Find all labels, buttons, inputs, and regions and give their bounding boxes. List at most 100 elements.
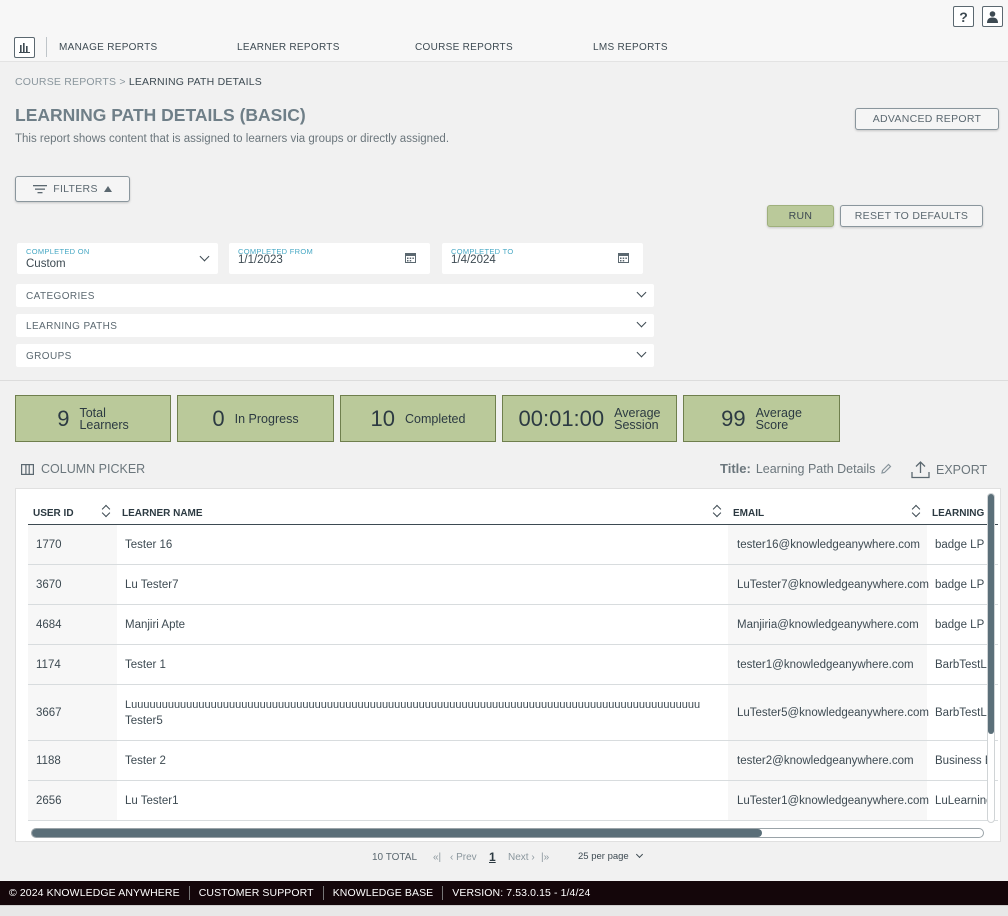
cell-learner-name: Tester 16 [125, 538, 173, 551]
stat-in-progress: 0 In Progress [177, 395, 334, 442]
groups-accordion[interactable]: GROUPS [16, 344, 654, 367]
stat-completed: 10 Completed [340, 395, 496, 442]
sort-icon[interactable] [101, 503, 111, 519]
nav-lms-reports[interactable]: LMS REPORTS [593, 42, 668, 53]
footer-knowledge-base-link[interactable]: KNOWLEDGE BASE [324, 887, 443, 899]
vertical-scroll-thumb[interactable] [988, 494, 994, 734]
stat-average-score: 99 Average Score [683, 395, 840, 442]
completed-from-value: 1/1/2023 [238, 254, 283, 266]
completed-on-value: Custom [26, 258, 66, 270]
table-row[interactable]: 3670 Lu Tester7 LuTester7@knowledgeanywh… [28, 565, 998, 605]
title-value: Learning Path Details [755, 461, 876, 476]
cell-user-id: 1188 [36, 754, 61, 767]
cell-user-id: 4684 [36, 618, 62, 631]
header-email[interactable]: EMAIL [733, 508, 764, 519]
run-button[interactable]: RUN [767, 205, 834, 227]
last-page-button[interactable]: |» [541, 852, 549, 863]
breadcrumb-parent[interactable]: COURSE REPORTS [15, 76, 116, 88]
table-row[interactable]: 1174 Tester 1 tester1@knowledgeanywhere.… [28, 645, 998, 685]
column-picker-button[interactable]: COLUMN PICKER [21, 462, 145, 476]
report-table: USER ID LEARNER NAME EMAIL LEARNING P 17… [15, 488, 1001, 842]
stat-label: In Progress [234, 411, 299, 426]
cell-email: Manjiria@knowledgeanywhere.com [737, 618, 919, 631]
stat-number: 99 [721, 405, 746, 431]
header-learner-name[interactable]: LEARNER NAME [122, 508, 203, 519]
page-horizontal-scrollbar[interactable] [0, 905, 1008, 916]
chevron-down-icon [635, 850, 643, 859]
stat-number: 9 [57, 405, 70, 431]
section-divider [0, 380, 1008, 381]
breadcrumb: COURSE REPORTS > LEARNING PATH DETAILS [15, 76, 262, 88]
footer-copyright: © 2024 KNOWLEDGE ANYWHERE [9, 887, 180, 899]
completed-on-label: COMPLETED ON [26, 247, 90, 256]
page-title: LEARNING PATH DETAILS (BASIC) [15, 105, 306, 125]
first-page-button[interactable]: «| [433, 852, 441, 863]
pencil-icon[interactable] [880, 463, 892, 475]
cell-learning-path: badge LP 2 [935, 578, 994, 591]
run-label: RUN [788, 210, 813, 222]
chevron-down-icon [636, 347, 647, 358]
current-page[interactable]: 1 [489, 850, 496, 864]
per-page-select[interactable]: 25 per page [578, 850, 643, 862]
stat-number: 00:01:00 [518, 405, 605, 431]
completed-to-field[interactable]: COMPLETED TO 1/4/2024 [442, 243, 643, 274]
cell-user-id: 3670 [36, 578, 62, 591]
cell-learner-name: Manjiri Apte [125, 618, 186, 631]
table-row[interactable]: 3667 Luuuuuuuuuuuuuuuuuuuuuuuuuuuuuuuuuu… [28, 685, 998, 741]
stat-total-learners: 9 Total Learners [15, 395, 171, 442]
cell-learning-path: LuLearning [935, 794, 993, 807]
horizontal-scroll-thumb[interactable] [32, 829, 762, 837]
cell-learning-path: BarbTestLe [935, 706, 994, 719]
top-bar: ? [0, 0, 1008, 32]
horizontal-scrollbar[interactable] [31, 828, 984, 838]
next-page-button[interactable]: Next › [508, 852, 535, 863]
sort-icon[interactable] [911, 503, 921, 519]
calendar-icon[interactable] [405, 252, 416, 263]
stat-average-session: 00:01:00 Average Session [502, 395, 677, 442]
cell-email: tester16@knowledgeanywhere.com [737, 538, 920, 551]
table-row[interactable]: 4684 Manjiri Apte Manjiria@knowledgeanyw… [28, 605, 998, 645]
sort-icon[interactable] [712, 503, 722, 519]
nav-divider [46, 37, 47, 57]
cell-user-id: 2656 [36, 794, 62, 807]
filters-toggle-button[interactable]: FILTERS [15, 176, 130, 202]
table-row[interactable]: 2656 Lu Tester1 LuTester1@knowledgeanywh… [28, 781, 998, 821]
learning-paths-accordion[interactable]: LEARNING PATHS [16, 314, 654, 337]
cell-learner-name: Tester 2 [125, 754, 166, 767]
footer-version: VERSION: 7.53.0.15 - 1/4/24 [452, 887, 591, 899]
nav-manage-reports[interactable]: MANAGE REPORTS [59, 42, 157, 53]
advanced-report-button[interactable]: ADVANCED REPORT [855, 108, 999, 130]
table-row[interactable]: 1188 Tester 2 tester2@knowledgeanywhere.… [28, 741, 998, 781]
categories-accordion[interactable]: CATEGORIES [16, 284, 654, 307]
footer-customer-support-link[interactable]: CUSTOMER SUPPORT [190, 887, 323, 899]
title-label: Title: [720, 461, 751, 476]
report-title: Title: Learning Path Details [720, 461, 892, 476]
vertical-scrollbar[interactable] [987, 493, 995, 823]
cell-learning-path: Business B [935, 754, 993, 767]
header-learning-path[interactable]: LEARNING P [932, 508, 994, 519]
reset-defaults-button[interactable]: RESET TO DEFAULTS [840, 205, 983, 227]
breadcrumb-current: LEARNING PATH DETAILS [128, 76, 262, 88]
cell-user-id: 1174 [36, 658, 61, 671]
cell-email: LuTester7@knowledgeanywhere.com [737, 578, 929, 591]
stat-label: Average Session [614, 405, 661, 432]
table-row[interactable]: 1770 Tester 16 tester16@knowledgeanywher… [28, 525, 998, 565]
prev-page-button[interactable]: ‹ Prev [450, 852, 477, 863]
help-button[interactable]: ? [953, 6, 974, 27]
nav-course-reports[interactable]: COURSE REPORTS [415, 42, 513, 53]
export-button[interactable]: EXPORT [911, 460, 987, 479]
page-description: This report shows content that is assign… [15, 133, 450, 145]
cell-learning-path: BarbTestLe [935, 658, 994, 671]
calendar-icon[interactable] [618, 252, 629, 263]
completed-on-select[interactable]: COMPLETED ON Custom [17, 243, 218, 274]
nav-learner-reports[interactable]: LEARNER REPORTS [237, 42, 340, 53]
column-picker-label: COLUMN PICKER [41, 462, 146, 476]
cell-user-id: 1770 [36, 538, 62, 551]
user-profile-button[interactable] [982, 6, 1003, 27]
filter-lines-icon [33, 185, 48, 194]
stat-number: 10 [370, 405, 396, 431]
header-user-id[interactable]: USER ID [33, 508, 74, 519]
completed-from-field[interactable]: COMPLETED FROM 1/1/2023 [229, 243, 430, 274]
filters-label: FILTERS [53, 183, 98, 195]
reports-home-button[interactable] [14, 37, 35, 58]
